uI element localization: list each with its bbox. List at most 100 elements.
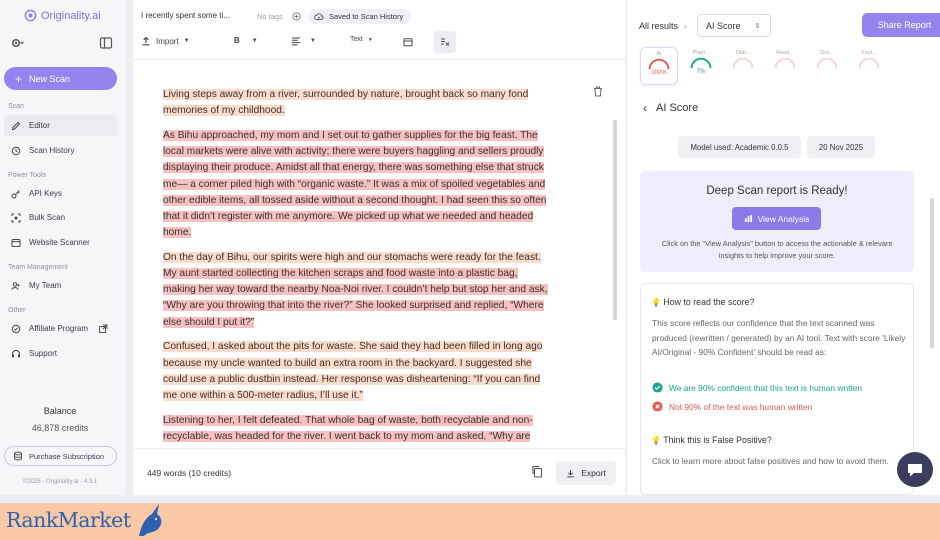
document-paragraph[interactable]: Living steps away from a river, surround…: [163, 87, 553, 119]
balance-value: 46,878 credits: [31, 423, 89, 433]
false-positive-body: Click to learn more about false positive…: [652, 456, 889, 466]
collapse-sidebar-icon[interactable]: [99, 36, 113, 50]
editor-scrollbar[interactable]: [613, 120, 617, 320]
import-label: Import: [156, 36, 179, 46]
saved-status-badge: Saved to Scan History: [308, 9, 412, 24]
upload-icon: [142, 36, 150, 46]
results-panel: All results › AI Score ⇕ Share Report AI…: [627, 0, 940, 495]
download-icon: [567, 469, 574, 477]
sidebar-item-label: Bulk Scan: [29, 213, 66, 222]
pencil-icon: [11, 121, 21, 130]
sidebar-toolrow: [8, 36, 116, 52]
brand-name: Originality.ai: [41, 9, 101, 22]
chat-button[interactable]: [897, 452, 933, 487]
confidence-line-human: We are 90% confident that this text is h…: [652, 382, 862, 393]
new-scan-label: New Scan: [29, 73, 71, 84]
section-label-power-tools: Power Tools: [8, 172, 47, 179]
confidence-line-ai: Not 90% of the text was human written: [652, 401, 812, 412]
bold-button[interactable]: B ▼: [234, 36, 258, 45]
sidebar-item-affiliate[interactable]: Affiliate Program: [4, 318, 117, 339]
clear-format-button[interactable]: [434, 31, 456, 53]
how-to-read-title: How to read the score?: [663, 297, 755, 307]
sidebar-item-api-keys[interactable]: API Keys: [4, 183, 117, 204]
gauge-icon: [732, 57, 754, 69]
score-tab[interactable]: Opti...: [724, 47, 762, 85]
copyright: ©2025 - Originality.ai - 4.3.1: [22, 479, 98, 485]
all-results-breadcrumb[interactable]: All results ›: [639, 21, 687, 31]
new-scan-button[interactable]: + New Scan: [4, 67, 117, 90]
back-chevron-icon[interactable]: ‹: [643, 101, 647, 115]
score-tab-label: Opti...: [735, 50, 751, 56]
result-type-label: AI Score: [706, 20, 741, 31]
sidebar-item-label: Editor: [29, 121, 50, 130]
result-type-select[interactable]: AI Score ⇕: [697, 14, 771, 37]
export-label: Export: [581, 468, 606, 478]
sidebar-item-my-team[interactable]: My Team: [4, 275, 117, 296]
sidebar-item-scan-history[interactable]: Scan History: [4, 140, 117, 161]
document-body[interactable]: Living steps away from a river, surround…: [163, 87, 553, 454]
view-analysis-label: View Analysis: [757, 213, 810, 224]
editor-footer: 449 words (10 credits) Export: [133, 448, 625, 495]
document-paragraph[interactable]: Listening to her, I felt defeated. That …: [163, 413, 553, 445]
sidebar-item-editor[interactable]: Editor: [4, 115, 117, 136]
section-label-team: Team Management: [8, 264, 68, 271]
brand-logo[interactable]: Originality.ai: [24, 9, 101, 22]
key-icon: [11, 189, 20, 198]
score-tab[interactable]: Fact...: [850, 47, 888, 85]
chevron-right-icon: ›: [684, 21, 687, 31]
align-button[interactable]: ▼: [291, 36, 316, 46]
document-title-input[interactable]: I recently spent some ti...: [141, 11, 230, 20]
chevron-down-icon: ▼: [251, 37, 258, 44]
bulk-scan-icon: [11, 213, 21, 222]
document-paragraph[interactable]: On the day of Bihu, our spirits were hig…: [163, 250, 553, 331]
score-tab-label: Read...: [776, 50, 794, 56]
chat-bubble-icon: [908, 464, 922, 477]
chevron-down-icon: ▼: [367, 36, 373, 43]
gauge-icon: [858, 57, 880, 69]
ai-score-header[interactable]: ‹ AI Score: [643, 101, 698, 115]
score-tab[interactable]: Plagi... 7%: [682, 47, 720, 85]
sidebar-item-support[interactable]: Support: [4, 343, 117, 364]
import-button[interactable]: Import ▼: [141, 36, 190, 46]
sidebar-item-bulk-scan[interactable]: Bulk Scan: [4, 207, 117, 228]
add-tag-icon[interactable]: [292, 12, 301, 21]
chevron-updown-icon: ⇕: [754, 22, 761, 30]
score-tab-value: 100%: [651, 70, 667, 76]
document-paragraph[interactable]: As Bihu approached, my mom and I set out…: [163, 128, 553, 241]
ai-highlight-span: As Bihu approached, my mom and I set out…: [163, 129, 547, 239]
mixed-highlight-span: Living steps away from a river, surround…: [163, 89, 529, 117]
panel-scrollbar[interactable]: [930, 198, 934, 348]
external-link-icon: [99, 324, 108, 333]
text-style-label: Text: [350, 36, 363, 43]
score-tab-label: AI: [656, 51, 662, 57]
support-icon: [12, 349, 20, 357]
purchase-subscription-button[interactable]: Purchase Subscription: [4, 446, 117, 466]
export-button[interactable]: Export: [556, 461, 616, 485]
sidebar-item-label: Support: [29, 349, 58, 358]
bold-label: B: [234, 36, 240, 45]
no-tags-label[interactable]: No tags: [257, 12, 283, 21]
document-paragraph[interactable]: Confused, I asked about the pits for was…: [163, 339, 553, 404]
calendar-icon[interactable]: [403, 37, 413, 47]
chevron-down-icon: ▼: [310, 38, 316, 44]
score-tab[interactable]: Read...: [766, 47, 804, 85]
text-style-select[interactable]: Text ▼: [350, 36, 373, 43]
score-tab[interactable]: AI 100%: [640, 47, 678, 85]
false-positive-heading[interactable]: 💡 Think this is False Positive?: [651, 435, 772, 445]
date-chip: 20 Nov 2025: [807, 136, 875, 158]
view-analysis-button[interactable]: View Analysis: [732, 207, 821, 230]
false-positive-title: Think this is False Positive?: [663, 435, 772, 445]
share-report-button[interactable]: Share Report: [862, 13, 940, 37]
gear-icon[interactable]: [10, 36, 24, 50]
all-results-label: All results: [639, 21, 679, 31]
score-tab-label: Plagi...: [692, 50, 710, 56]
confidence-bad-text: Not 90% of the text was human written: [669, 401, 813, 412]
trash-icon[interactable]: [593, 86, 603, 97]
confidence-good-text: We are 90% confident that this text is h…: [669, 382, 863, 393]
analysis-chart-icon: [744, 214, 752, 223]
sidebar-item-website-scanner[interactable]: Website Scanner: [4, 232, 117, 253]
users-icon: [11, 281, 20, 290]
copy-icon[interactable]: [531, 465, 543, 478]
deep-scan-title: Deep Scan report is Ready!: [706, 185, 848, 197]
score-tab[interactable]: Gra...: [808, 47, 846, 85]
